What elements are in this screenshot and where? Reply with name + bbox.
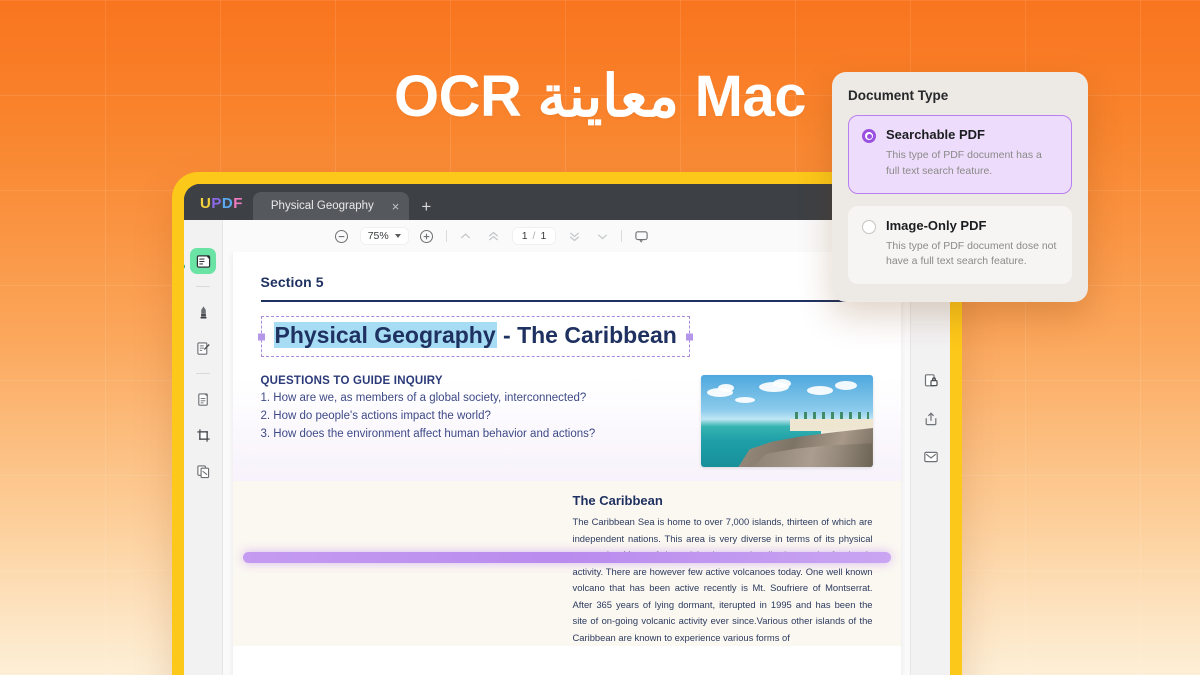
previous-page-icon[interactable] bbox=[485, 227, 503, 245]
first-page-icon[interactable] bbox=[457, 227, 475, 245]
zoom-level-select[interactable]: 75% bbox=[360, 228, 408, 244]
page-lower-section: STATES THE BAHAMAS CUBA JAMAICA HAITI DO… bbox=[232, 481, 901, 647]
question-item: 2. How do people's actions impact the wo… bbox=[260, 410, 491, 423]
marker-icon bbox=[200, 305, 206, 318]
sidebar-item-organize[interactable] bbox=[190, 458, 216, 484]
rail-divider bbox=[196, 286, 210, 287]
sidebar-item-share[interactable] bbox=[920, 408, 942, 430]
current-page-value: 1 bbox=[521, 230, 528, 242]
selection-handle-left[interactable] bbox=[257, 333, 265, 340]
new-tab-icon[interactable]: + bbox=[409, 198, 441, 220]
sidebar-item-reader[interactable] bbox=[190, 248, 216, 274]
edit-document-icon bbox=[196, 341, 210, 355]
tab-label: Physical Geography bbox=[270, 200, 374, 212]
page-upper-section: Section 5 Physical Geography - The Carib… bbox=[232, 252, 901, 481]
zoom-in-icon[interactable] bbox=[418, 227, 436, 245]
sidebar-item-crop[interactable] bbox=[190, 422, 216, 448]
lock-document-icon bbox=[924, 374, 938, 387]
convert-document-icon bbox=[197, 392, 208, 406]
document-tab[interactable]: Physical Geography × bbox=[252, 192, 410, 220]
caribbean-beach-photo bbox=[700, 375, 873, 467]
section-divider bbox=[260, 300, 873, 302]
toolbar-divider bbox=[621, 230, 623, 242]
zoom-level-value: 75% bbox=[367, 230, 389, 242]
question-item: 1. How are we, as members of a global so… bbox=[260, 392, 587, 404]
rail-divider bbox=[196, 373, 210, 374]
option-label: Searchable PDF bbox=[886, 127, 985, 142]
option-description: This type of PDF document dose not have … bbox=[886, 239, 1057, 268]
option-label: Image-Only PDF bbox=[886, 217, 987, 233]
page-scroll-area[interactable]: Section 5 Physical Geography - The Carib… bbox=[223, 252, 910, 675]
reader-icon bbox=[196, 254, 210, 268]
chevron-down-icon bbox=[394, 234, 401, 238]
sidebar-item-protect[interactable] bbox=[920, 370, 942, 392]
title-selection-box[interactable]: Physical Geography - The Caribbean bbox=[257, 316, 693, 357]
sidebar-item-email[interactable] bbox=[920, 446, 942, 468]
last-page-icon[interactable] bbox=[593, 227, 611, 245]
highlighted-title-text: Physical Geography bbox=[273, 322, 497, 348]
section-label: Section 5 bbox=[260, 274, 324, 290]
article-body: The Caribbean Sea is home to over 7,000 … bbox=[572, 516, 873, 643]
main-viewer: 75% 1 / 1 Section 5 Physical Geography -… bbox=[222, 220, 910, 675]
article-heading: The Caribbean bbox=[572, 493, 663, 508]
option-description: This type of PDF document has a full tex… bbox=[886, 149, 1042, 177]
zoom-out-icon[interactable] bbox=[333, 227, 351, 245]
document-title: Physical Geography - The Caribbean bbox=[273, 322, 677, 349]
panel-title: Document Type bbox=[848, 88, 949, 103]
updf-logo: U P D F bbox=[194, 195, 253, 220]
option-searchable-pdf[interactable]: Searchable PDF This type of PDF document… bbox=[848, 115, 1072, 194]
page-number-input[interactable]: 1 / 1 bbox=[512, 228, 556, 244]
article-column: The Caribbean The Caribbean Sea is home … bbox=[573, 491, 873, 646]
toolbar-divider bbox=[445, 230, 447, 242]
logo-letter-p: P bbox=[211, 195, 222, 212]
sidebar-item-convert[interactable] bbox=[190, 386, 216, 412]
questions-heading: QUESTIONS TO GUIDE INQUIRY bbox=[260, 375, 443, 387]
logo-letter-u: U bbox=[200, 195, 212, 212]
left-toolbar-rail bbox=[184, 220, 222, 675]
share-upload-icon bbox=[925, 412, 936, 426]
document-type-panel: Document Type Searchable PDF This type o… bbox=[832, 72, 1088, 302]
crop-icon bbox=[196, 428, 210, 442]
question-item: 3. How does the environment affect human… bbox=[260, 428, 596, 441]
sidebar-item-edit[interactable] bbox=[190, 335, 216, 361]
logo-letter-f: F bbox=[233, 195, 243, 212]
email-icon bbox=[923, 451, 938, 463]
next-page-icon[interactable] bbox=[565, 227, 583, 245]
close-icon[interactable]: × bbox=[392, 200, 400, 213]
ocr-progress-bar bbox=[242, 552, 891, 563]
comment-icon[interactable] bbox=[632, 227, 650, 245]
sidebar-item-annotate[interactable] bbox=[190, 299, 216, 325]
option-image-only-pdf[interactable]: Image-Only PDF This type of PDF document… bbox=[848, 205, 1072, 284]
questions-text: QUESTIONS TO GUIDE INQUIRY 1. How are we… bbox=[261, 375, 685, 467]
radio-selected-icon[interactable] bbox=[862, 129, 876, 143]
viewer-toolbar: 75% 1 / 1 bbox=[223, 220, 910, 252]
total-pages-value: 1 bbox=[540, 230, 547, 242]
title-remainder: - The Caribbean bbox=[496, 322, 677, 348]
radio-unselected-icon[interactable] bbox=[862, 219, 876, 234]
selection-handle-right[interactable] bbox=[685, 333, 693, 340]
page-separator: / bbox=[532, 230, 536, 242]
organize-pages-icon bbox=[196, 464, 209, 478]
pdf-page: Section 5 Physical Geography - The Carib… bbox=[232, 252, 901, 675]
logo-letter-d: D bbox=[221, 195, 234, 212]
questions-block: QUESTIONS TO GUIDE INQUIRY 1. How are we… bbox=[261, 375, 873, 467]
